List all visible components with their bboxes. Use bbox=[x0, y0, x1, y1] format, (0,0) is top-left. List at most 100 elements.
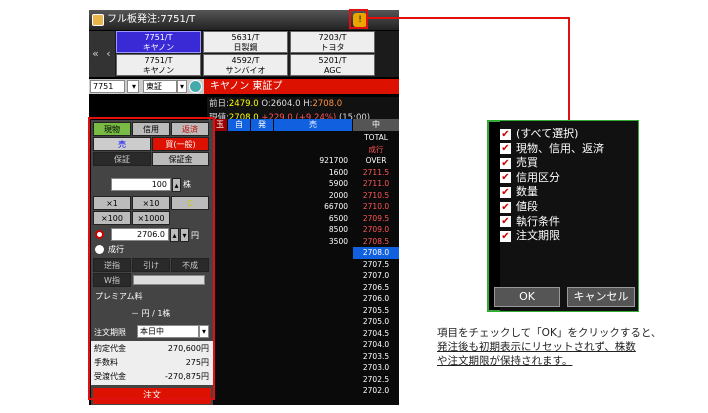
checkbox-icon[interactable]: ✔ bbox=[500, 157, 511, 169]
market-select[interactable]: 東証 bbox=[143, 80, 177, 93]
board-row[interactable]: 成行 bbox=[213, 144, 399, 156]
board-qty: 66700 bbox=[324, 202, 348, 211]
filter-item[interactable]: ✔ 数量 bbox=[500, 185, 538, 199]
board-qty bbox=[274, 293, 348, 305]
board-qty bbox=[274, 259, 348, 271]
board-price: 成行 bbox=[368, 144, 384, 154]
filter-item[interactable]: ✔ 執行条件 bbox=[500, 215, 560, 229]
filter-item[interactable]: ✔ 注文期限 bbox=[500, 229, 560, 243]
board-price: 2704.0 bbox=[362, 340, 390, 349]
market-dropdown-icon[interactable]: ▾ bbox=[177, 80, 187, 93]
checkbox-icon[interactable]: ✔ bbox=[500, 230, 511, 242]
checkbox-icon[interactable]: ✔ bbox=[500, 128, 511, 140]
checkbox-icon[interactable]: ✔ bbox=[500, 186, 511, 198]
connector-line-v bbox=[568, 17, 570, 121]
board-row[interactable]: 6500 2709.5 bbox=[213, 213, 399, 225]
tab-stock-1[interactable]: 5631/T 日製鋼 bbox=[203, 31, 288, 53]
board-row[interactable]: TOTAL bbox=[213, 132, 399, 144]
filter-item-label: 現物、信用、返済 bbox=[516, 141, 604, 155]
stage: フル板発注:7751/T ! « ‹ 7751/T キヤノン 5631/T 日製鋼 72… bbox=[0, 0, 708, 413]
checkbox-icon[interactable]: ✔ bbox=[500, 201, 511, 213]
tab-name: キヤノン bbox=[142, 66, 175, 75]
board-price: 2708.0 bbox=[353, 247, 399, 259]
tab-name: AGC bbox=[323, 66, 342, 75]
filter-item-label: 信用区分 bbox=[516, 170, 560, 184]
stock-code-input[interactable]: 7751 bbox=[90, 80, 125, 93]
board-header-sell: 売 bbox=[274, 119, 352, 131]
board-row[interactable]: 2000 2710.5 bbox=[213, 190, 399, 202]
board-row[interactable]: 66700 2710.0 bbox=[213, 201, 399, 213]
board-price: 2707.0 bbox=[362, 271, 390, 280]
filter-item-label: 執行条件 bbox=[516, 214, 560, 228]
board-row[interactable]: 1600 2711.5 bbox=[213, 167, 399, 179]
checkbox-icon[interactable]: ✔ bbox=[500, 216, 511, 228]
board-price: 2702.5 bbox=[362, 374, 390, 384]
search-icon[interactable] bbox=[189, 80, 202, 93]
board-qty: 5900 bbox=[328, 179, 348, 188]
board-row[interactable]: 2703.0 bbox=[213, 362, 399, 374]
board-price: 2709.0 bbox=[362, 225, 390, 234]
board-row[interactable]: 8500 2709.0 bbox=[213, 224, 399, 236]
board-header-self: 自 bbox=[228, 119, 250, 131]
board-row[interactable]: 2703.5 bbox=[213, 351, 399, 363]
checkbox-icon[interactable]: ✔ bbox=[500, 172, 511, 184]
tab-name: 日製鋼 bbox=[233, 43, 258, 52]
code-dropdown-icon[interactable]: ▾ bbox=[127, 80, 139, 93]
caption-line-3: や注文期限が保持されます。 bbox=[437, 355, 573, 367]
filter-item[interactable]: ✔ (すべて選択) bbox=[500, 127, 578, 141]
board-qty: 2000 bbox=[328, 190, 348, 200]
board-price: 2703.0 bbox=[362, 363, 390, 372]
cancel-button[interactable]: キャンセル bbox=[567, 287, 635, 307]
tab-stock-4[interactable]: 4592/T サンバイオ bbox=[203, 54, 288, 76]
bell-highlight bbox=[349, 9, 368, 29]
filter-item[interactable]: ✔ 値段 bbox=[500, 200, 538, 214]
stock-tab-strip: « ‹ 7751/T キヤノン 5631/T 日製鋼 7203/T トヨタ 7751/T キヤ… bbox=[89, 31, 399, 77]
order-panel-highlight bbox=[88, 117, 215, 400]
board-row[interactable]: 2705.0 bbox=[213, 316, 399, 328]
board-row[interactable]: 2705.5 bbox=[213, 305, 399, 317]
board-row[interactable]: 2707.0 bbox=[213, 270, 399, 282]
board-qty: 3500 bbox=[328, 236, 348, 246]
tab-stock-5[interactable]: 5201/T AGC bbox=[290, 54, 375, 76]
board-qty bbox=[274, 362, 348, 374]
board-price: 2702.0 bbox=[362, 386, 390, 395]
board-price: 2703.5 bbox=[362, 351, 390, 361]
board-qty: 6500 bbox=[328, 213, 348, 223]
board-row[interactable]: 2706.0 bbox=[213, 293, 399, 305]
filter-item[interactable]: ✔ 売買 bbox=[500, 156, 538, 170]
tab-name: トヨタ bbox=[320, 43, 345, 52]
board-price: 2711.5 bbox=[362, 167, 390, 177]
board-qty bbox=[274, 270, 348, 282]
filter-item-label: 値段 bbox=[516, 200, 538, 213]
tab-code: 7751/T bbox=[144, 56, 173, 65]
tab-stock-2[interactable]: 7203/T トヨタ bbox=[290, 31, 375, 53]
board-price: TOTAL bbox=[364, 133, 388, 142]
board-qty: 921700 bbox=[319, 156, 348, 165]
filter-item[interactable]: ✔ 信用区分 bbox=[500, 171, 560, 185]
tab-stock-0[interactable]: 7751/T キヤノン bbox=[116, 31, 201, 53]
board-qty bbox=[274, 385, 348, 397]
filter-item[interactable]: ✔ 現物、信用、返済 bbox=[500, 142, 604, 156]
tab-code: 7203/T bbox=[318, 33, 347, 42]
order-board: 玉 自 発 売 中 TOTAL 成行 921700 OVER 1600 2711.5 590… bbox=[213, 119, 399, 405]
board-row[interactable]: 2707.5 bbox=[213, 259, 399, 271]
tab-stock-3[interactable]: 7751/T キヤノン bbox=[116, 54, 201, 76]
tab-name: キヤノン bbox=[142, 43, 175, 52]
board-row[interactable]: 921700 OVER bbox=[213, 155, 399, 167]
board-row[interactable]: 2702.0 bbox=[213, 385, 399, 397]
board-row[interactable]: 2704.5 bbox=[213, 328, 399, 340]
board-row[interactable]: 2704.0 bbox=[213, 339, 399, 351]
board-row[interactable]: 2706.5 bbox=[213, 282, 399, 294]
board-row[interactable]: 2708.0 bbox=[213, 247, 399, 259]
checkbox-icon[interactable]: ✔ bbox=[500, 143, 511, 155]
board-header-lot: 玉 bbox=[213, 119, 227, 131]
ok-button[interactable]: OK bbox=[494, 287, 560, 307]
board-qty bbox=[274, 328, 348, 340]
board-qty: 1600 bbox=[328, 167, 348, 177]
prev-item-icon[interactable]: ‹ bbox=[102, 31, 115, 77]
prev-page-icon[interactable]: « bbox=[89, 31, 102, 77]
board-row[interactable]: 2702.5 bbox=[213, 374, 399, 386]
board-row[interactable]: 3500 2708.5 bbox=[213, 236, 399, 248]
board-row[interactable]: 5900 2711.0 bbox=[213, 178, 399, 190]
board-price: 2709.5 bbox=[362, 213, 390, 223]
